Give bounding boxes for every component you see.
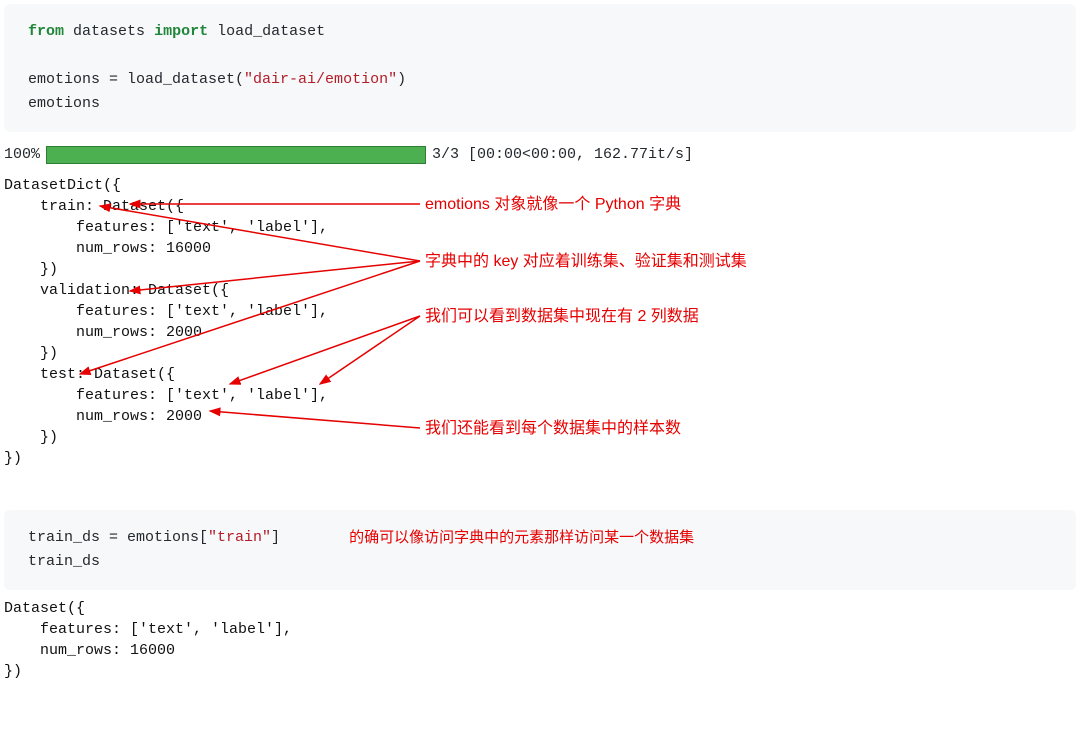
progress-bar bbox=[46, 146, 426, 164]
output-line: DatasetDict({ bbox=[4, 175, 1076, 196]
code-text: ) bbox=[397, 71, 406, 88]
code-text: emotions = load_dataset( bbox=[28, 71, 244, 88]
output-area-1: 100% 3/3 [00:00<00:00, 162.77it/s] Datas… bbox=[0, 136, 1080, 489]
string-literal: "dair-ai/emotion" bbox=[244, 71, 397, 88]
progress-pct: 100% bbox=[4, 144, 40, 165]
output-line: features: ['text', 'label'], bbox=[4, 217, 1076, 238]
output-line: }) bbox=[4, 343, 1076, 364]
output-line: features: ['text', 'label'], bbox=[4, 385, 1076, 406]
code-text: ] bbox=[271, 529, 280, 546]
output-line: num_rows: 2000 bbox=[4, 406, 1076, 427]
module-name: datasets bbox=[73, 23, 145, 40]
output-line: num_rows: 16000 bbox=[4, 238, 1076, 259]
code-line: train_ds bbox=[28, 550, 1052, 574]
output-line: validation: Dataset({ bbox=[4, 280, 1076, 301]
output-line: test: Dataset({ bbox=[4, 364, 1076, 385]
code-line: train_ds = emotions["train"] 的确可以像访问字典中的… bbox=[28, 526, 1052, 550]
output-line: Dataset({ bbox=[4, 598, 1076, 619]
annotation-text: 的确可以像访问字典中的元素那样访问某一个数据集 bbox=[349, 526, 694, 550]
kw-from: from bbox=[28, 23, 64, 40]
kw-import: import bbox=[154, 23, 208, 40]
output-area-2: Dataset({ features: ['text', 'label'], n… bbox=[0, 594, 1080, 702]
code-line: emotions bbox=[28, 92, 1052, 116]
progress-row: 100% 3/3 [00:00<00:00, 162.77it/s] bbox=[4, 144, 1076, 165]
code-text: train_ds = emotions[ bbox=[28, 529, 208, 546]
output-line: features: ['text', 'label'], bbox=[4, 619, 1076, 640]
code-block-2: train_ds = emotions["train"] 的确可以像访问字典中的… bbox=[4, 510, 1076, 590]
output-line: train: Dataset({ bbox=[4, 196, 1076, 217]
output-line: }) bbox=[4, 661, 1076, 682]
output-line: }) bbox=[4, 259, 1076, 280]
progress-stats: 3/3 [00:00<00:00, 162.77it/s] bbox=[432, 144, 693, 165]
output-line: }) bbox=[4, 448, 1076, 469]
code-line: from datasets import load_dataset bbox=[28, 20, 1052, 44]
output-line: num_rows: 16000 bbox=[4, 640, 1076, 661]
string-literal: "train" bbox=[208, 529, 271, 546]
output-line: }) bbox=[4, 427, 1076, 448]
output-line: num_rows: 2000 bbox=[4, 322, 1076, 343]
output-line: features: ['text', 'label'], bbox=[4, 301, 1076, 322]
fn-name: load_dataset bbox=[217, 23, 325, 40]
code-line: emotions = load_dataset("dair-ai/emotion… bbox=[28, 68, 1052, 92]
code-block-1: from datasets import load_dataset emotio… bbox=[4, 4, 1076, 132]
